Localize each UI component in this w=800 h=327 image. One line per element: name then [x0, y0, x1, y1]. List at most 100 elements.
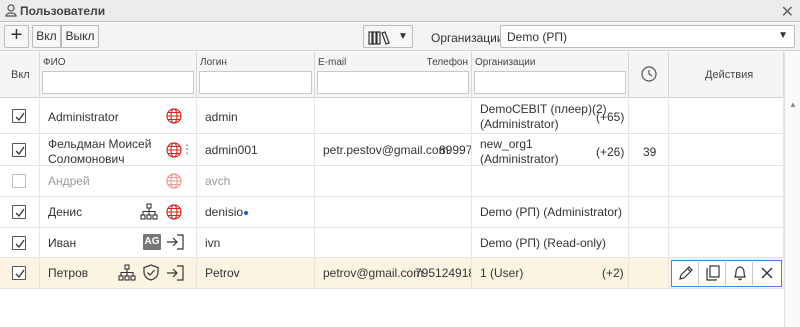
scroll-up-icon[interactable]: ▲ [789, 100, 797, 109]
globe-icon[interactable] [166, 204, 182, 220]
login-cell: avch [197, 166, 315, 196]
table-row[interactable]: Фельдман Моисей Соломонович ⋮ admin001 p… [0, 134, 784, 166]
globe-icon[interactable] [166, 173, 182, 189]
col-login-label: Логин [200, 57, 227, 68]
org-extra-count: (+26) [596, 145, 625, 159]
enabled-cell[interactable] [0, 258, 40, 288]
col-fio-label: ФИО [43, 57, 66, 68]
fio-cell: Фельдман Моисей Соломонович ⋮ [40, 134, 197, 165]
col-login[interactable]: Логин [197, 52, 315, 98]
ag-badge[interactable]: AG [143, 234, 161, 250]
login-text: Petrov [205, 266, 240, 280]
login-cell: denisio [197, 197, 315, 227]
login-filter-input[interactable] [199, 71, 312, 94]
table-row-selected[interactable]: Петров Petrov petrov@gmail.com 79512491 [0, 258, 784, 289]
login-text: avch [205, 174, 231, 188]
check-icon [15, 112, 25, 122]
window-titlebar: Пользователи ✕ [0, 0, 800, 22]
login-cell: admin001 [197, 134, 315, 165]
org-structure-icon[interactable] [140, 203, 158, 220]
email-cell: petr.pestov@gmail.com 899977 [315, 134, 472, 165]
library-books-icon [368, 31, 390, 45]
count-cell [629, 166, 669, 196]
org-select[interactable]: Demo (РП) ▼ [500, 25, 795, 48]
enabled-cell[interactable] [0, 197, 40, 227]
add-user-button[interactable]: + [4, 25, 29, 48]
globe-icon[interactable] [166, 142, 182, 158]
delete-button[interactable] [754, 262, 780, 285]
col-enabled[interactable]: Вкл [0, 52, 40, 98]
col-orgs[interactable]: Организации [472, 52, 629, 98]
disable-button[interactable]: Выкл [61, 25, 99, 48]
check-icon [15, 146, 25, 156]
enabled-checkbox[interactable] [12, 109, 26, 123]
enabled-checkbox[interactable] [12, 143, 26, 157]
orgs-filter-input[interactable] [474, 71, 626, 94]
org-structure-icon[interactable] [118, 264, 136, 281]
sign-in-icon[interactable] [166, 265, 184, 281]
enabled-checkbox[interactable] [12, 205, 26, 219]
col-clock[interactable] [629, 52, 669, 98]
chevron-down-icon: ▼ [778, 30, 788, 41]
more-vertical-icon[interactable]: ⋮ [181, 142, 193, 156]
row-actions-panel [671, 260, 782, 287]
fio-text: Андрей [48, 174, 90, 188]
fio-filter-input[interactable] [42, 71, 194, 94]
enabled-cell[interactable] [0, 134, 40, 165]
count-cell: 39 [629, 134, 669, 165]
email-filter-input[interactable] [317, 71, 469, 94]
table-row[interactable]: Денис denisio Demo (РП) (Administrator) [0, 197, 784, 228]
login-text: admin001 [205, 143, 258, 157]
copy-icon [706, 265, 720, 281]
col-enabled-label: Вкл [11, 69, 30, 81]
copy-button[interactable] [700, 262, 726, 285]
fio-text: Денис [48, 205, 83, 219]
email-text: petrov@gmail.com [323, 266, 424, 280]
org-cell: Demo (РП) (Read-only) [472, 228, 629, 257]
globe-icon[interactable] [166, 108, 182, 124]
enabled-cell[interactable] [0, 166, 40, 196]
enabled-checkbox[interactable] [12, 174, 26, 188]
org-text: Demo (РП) (Administrator) [480, 205, 622, 219]
count-cell [629, 228, 669, 257]
org-extra-count: (+2) [602, 266, 624, 280]
table-row[interactable]: Андрей avch [0, 166, 784, 197]
col-fio[interactable]: ФИО [40, 52, 197, 98]
check-icon [15, 208, 25, 218]
enabled-checkbox[interactable] [12, 236, 26, 250]
toolbar: + Вкл Выкл ▼ Организации Demo (РП) ▼ [0, 23, 800, 51]
fio-text-line2: Соломонович [48, 152, 125, 165]
table-row[interactable]: Administrator admin DemoCEBIT (плеер)(2)… [0, 99, 784, 134]
close-icon[interactable]: ✕ [781, 2, 794, 22]
login-cell: ivn [197, 228, 315, 257]
sign-in-icon[interactable] [166, 234, 184, 250]
status-dot [244, 211, 248, 215]
enabled-cell[interactable] [0, 228, 40, 257]
org-text: 1 (User) [480, 266, 524, 280]
count-cell [629, 197, 669, 227]
actions-cell [669, 99, 784, 133]
table-row[interactable]: Иван AG ivn Demo (РП) (Read-only) [0, 228, 784, 258]
fio-cell: Денис [40, 197, 197, 227]
org-cell: new_org1 (Administrator) (+26) [472, 134, 629, 165]
login-text: ivn [205, 236, 221, 250]
fio-text: Иван [48, 236, 77, 250]
email-text: petr.pestov@gmail.com [323, 143, 449, 157]
enabled-cell[interactable] [0, 99, 40, 133]
col-email-phone[interactable]: E-mail Телефон [315, 52, 472, 98]
library-dropdown-button[interactable]: ▼ [363, 25, 413, 48]
login-cell: admin [197, 99, 315, 133]
vertical-scrollbar[interactable]: ▲ [784, 52, 800, 327]
org-role-text: (Administrator) [480, 152, 559, 165]
users-grid: Вкл ФИО Логин E-mail Телефон Организации… [0, 52, 800, 327]
enable-button[interactable]: Вкл [32, 25, 61, 48]
org-cell: DemoCEBIT (плеер)(2) (Administrator) (+6… [472, 99, 629, 133]
col-phone-label: Телефон [426, 57, 468, 68]
org-role-text: (Administrator) [480, 117, 559, 131]
col-actions: Действия [669, 52, 784, 98]
enabled-checkbox[interactable] [12, 266, 26, 280]
shield-check-icon[interactable] [143, 264, 159, 281]
notify-button[interactable] [727, 262, 753, 285]
col-orgs-label: Организации [475, 57, 536, 68]
edit-button[interactable] [673, 262, 699, 285]
